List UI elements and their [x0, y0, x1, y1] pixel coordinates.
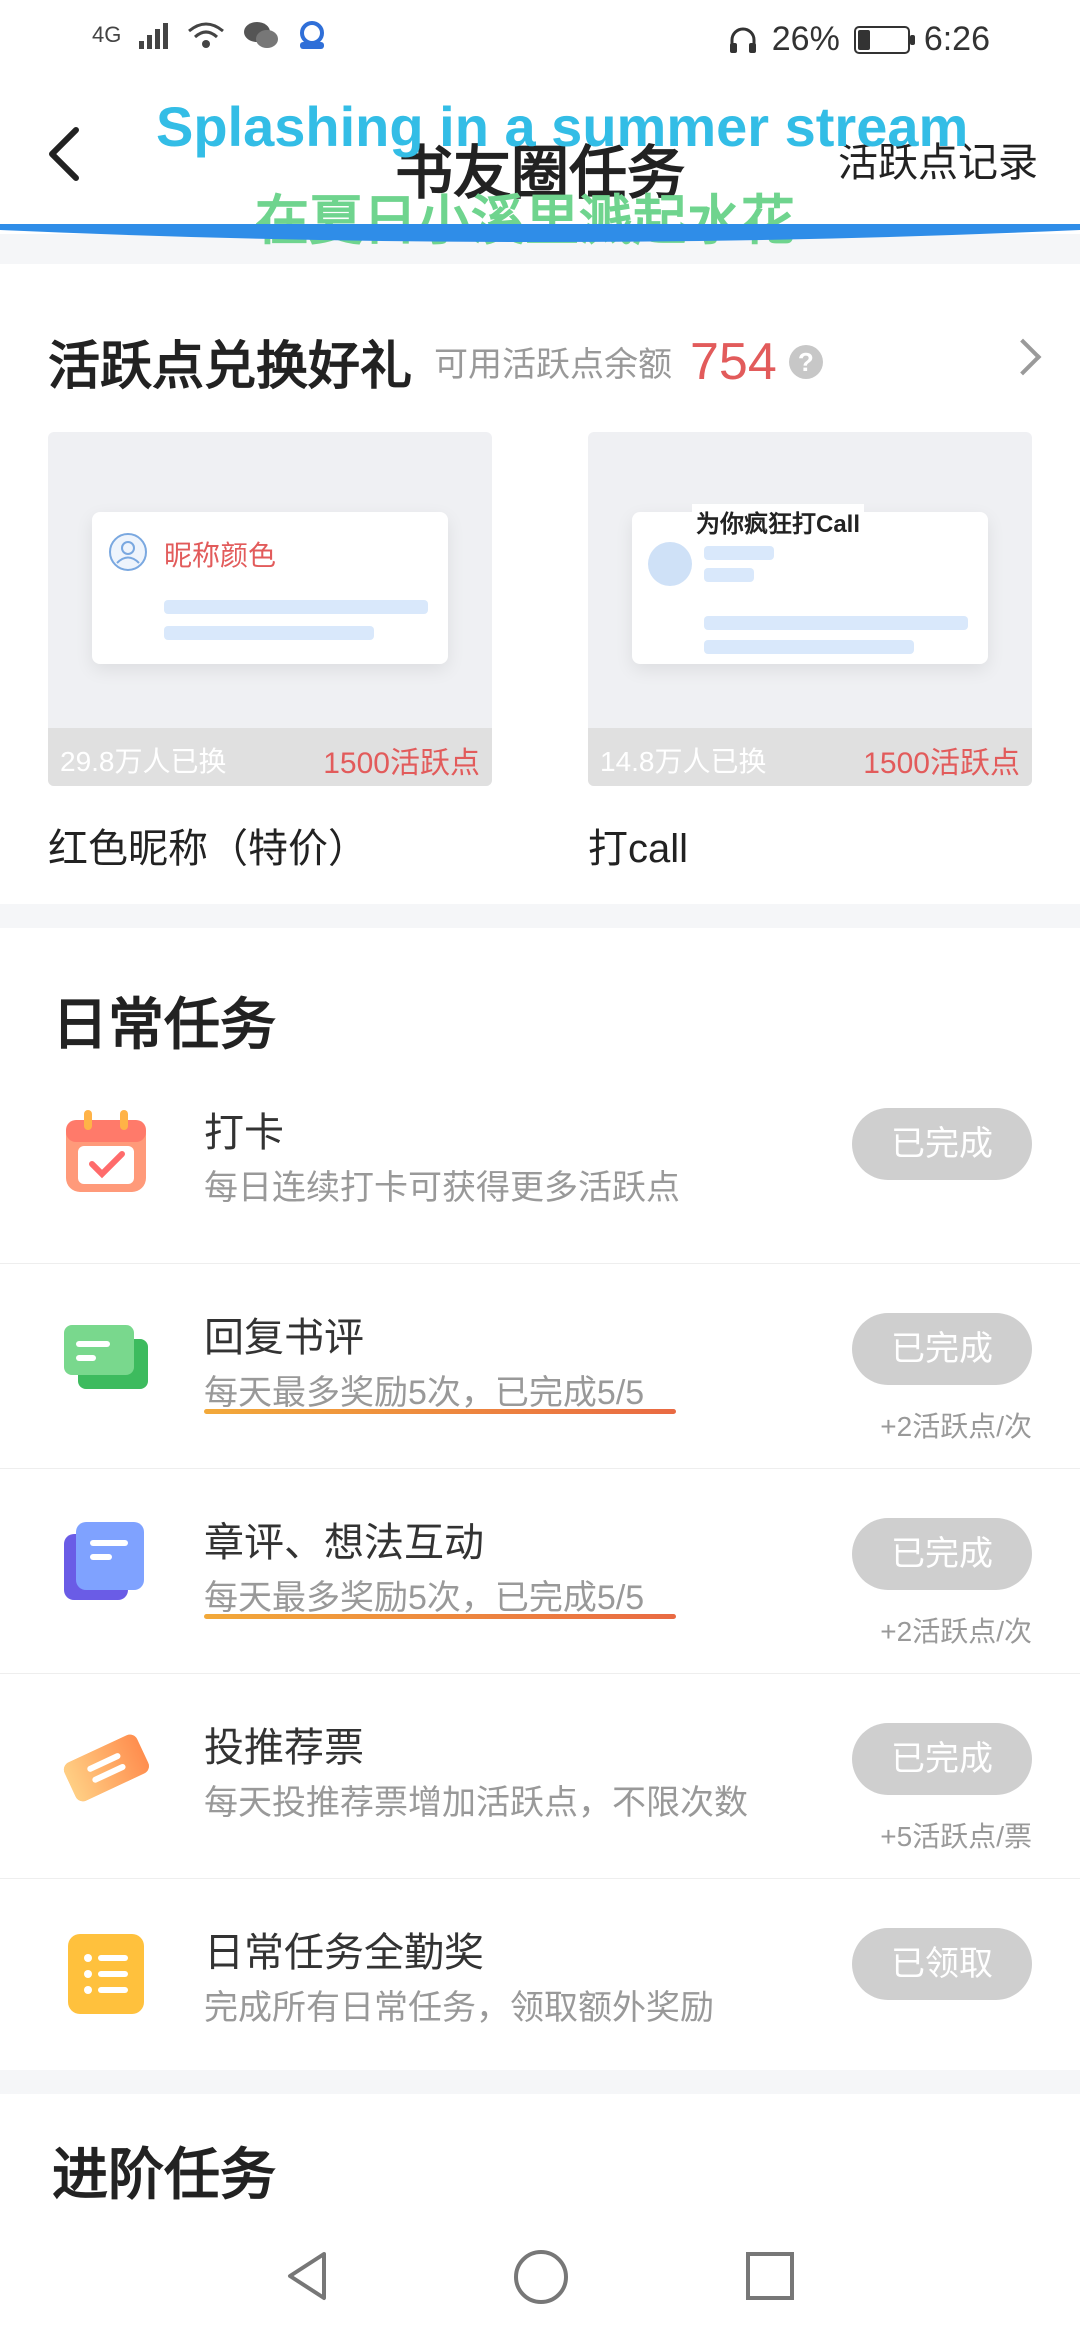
battery-icon	[853, 25, 915, 54]
highlight-underline	[204, 1614, 676, 1619]
headphones-icon	[729, 27, 756, 53]
gift-exchange-count: 29.8万人已换	[60, 746, 227, 777]
task-row-recommend-ticket: 投推荐票 每天投推荐票增加活跃点，不限次数 已完成 +5活跃点/票	[0, 1673, 1080, 1879]
task-reward: +5活跃点/票	[880, 1821, 1032, 1852]
exchange-section: 活跃点兑换好礼 可用活跃点余额 754 ? 昵称颜色 29.8万人已换 1500…	[0, 264, 1080, 904]
avatar-placeholder	[648, 542, 692, 586]
task-row-checkin: 打卡 每日连续打卡可获得更多活跃点 已完成	[0, 1058, 1080, 1264]
highlight-underline	[204, 1409, 676, 1414]
network-type: 4G	[92, 22, 122, 47]
wechat-icon	[244, 22, 279, 48]
list-icon	[68, 1934, 144, 2014]
task-reward: +2活跃点/次	[880, 1411, 1032, 1442]
user-avatar-icon	[109, 533, 147, 571]
task-name: 投推荐票	[204, 1726, 364, 1770]
task-description: 每天最多奖励5次，已完成5/5	[204, 1579, 645, 1617]
task-description: 每天最多奖励5次，已完成5/5	[204, 1374, 645, 1412]
nav-home-icon[interactable]	[514, 2250, 568, 2304]
section-title: 日常任务	[52, 992, 276, 1058]
exchange-title: 活跃点兑换好礼	[48, 336, 413, 397]
task-name: 章评、想法互动	[204, 1521, 484, 1565]
task-description: 每天投推荐票增加活跃点，不限次数	[204, 1784, 748, 1822]
gift-price: 1500活跃点	[863, 747, 1020, 780]
task-status-button[interactable]: 已完成	[852, 1723, 1032, 1795]
task-status-button[interactable]: 已完成	[852, 1313, 1032, 1385]
task-status-button[interactable]: 已领取	[852, 1928, 1032, 2000]
task-reward: +2活跃点/次	[880, 1616, 1032, 1647]
task-description: 每日连续打卡可获得更多活跃点	[204, 1169, 680, 1207]
header-wave-decoration	[0, 224, 1080, 242]
task-status-button[interactable]: 已完成	[852, 1518, 1032, 1590]
gift-exchange-count: 14.8万人已换	[600, 746, 767, 777]
task-row-full-attendance: 日常任务全勤奖 完成所有日常任务，领取额外奖励 已领取	[0, 1878, 1080, 2083]
battery-percent: 26%	[771, 20, 840, 58]
status-bar: 4G 26% 6:26	[0, 0, 1080, 84]
ticket-icon	[63, 1734, 149, 1802]
app-notification-icon	[300, 21, 325, 49]
task-description: 完成所有日常任务，领取额外奖励	[204, 1989, 714, 2027]
gift-card-call[interactable]: 为你疯狂打Call 14.8万人已换 1500活跃点	[588, 432, 1032, 786]
task-name: 回复书评	[204, 1316, 364, 1360]
preview-label: 为你疯狂打Call	[692, 504, 865, 539]
preview-label: 昵称颜色	[164, 540, 277, 571]
chat-bubbles-icon	[64, 1325, 148, 1389]
task-status-button[interactable]: 已完成	[852, 1108, 1032, 1180]
section-title: 进阶任务	[52, 2142, 276, 2208]
nav-back-icon[interactable]	[284, 2250, 330, 2302]
daily-tasks-section: 日常任务 打卡 每日连续打卡可获得更多活跃点 已完成 回复书评 每天最多奖励5次…	[0, 928, 1080, 2070]
gift-name[interactable]: 红色昵称（特价）	[48, 816, 368, 874]
gift-preview: 昵称颜色	[92, 512, 448, 664]
gift-name[interactable]: 打call	[588, 816, 688, 874]
help-icon[interactable]: ?	[788, 344, 823, 379]
gift-footer: 29.8万人已换 1500活跃点	[48, 728, 492, 786]
gift-footer: 14.8万人已换 1500活跃点	[588, 728, 1032, 786]
top-bar: 书友圈任务 活跃点记录 Splashing in a summer stream…	[0, 84, 1080, 251]
gift-price: 1500活跃点	[323, 747, 480, 780]
nav-recents-icon[interactable]	[746, 2252, 794, 2300]
gift-card-red-nickname[interactable]: 昵称颜色 29.8万人已换 1500活跃点	[48, 432, 492, 786]
wifi-icon	[188, 22, 225, 48]
exchange-header[interactable]: 活跃点兑换好礼 可用活跃点余额 754 ?	[48, 324, 823, 399]
signal-icon	[139, 23, 169, 49]
task-name: 打卡	[204, 1111, 284, 1155]
task-name: 日常任务全勤奖	[204, 1931, 484, 1975]
caption-overlay-english: Splashing in a summer stream	[156, 95, 969, 158]
clock: 6:26	[923, 20, 990, 58]
task-row-reply-review: 回复书评 每天最多奖励5次，已完成5/5 已完成 +2活跃点/次	[0, 1263, 1080, 1469]
gift-preview: 为你疯狂打Call	[632, 504, 988, 664]
balance-value: 754	[690, 332, 777, 391]
notes-stack-icon	[64, 1522, 144, 1600]
chevron-right-icon[interactable]	[1004, 338, 1042, 376]
task-row-chapter-comment: 章评、想法互动 每天最多奖励5次，已完成5/5 已完成 +2活跃点/次	[0, 1468, 1080, 1674]
balance-label: 可用活跃点余额	[434, 346, 673, 384]
calendar-check-icon	[66, 1110, 146, 1192]
system-navigation-bar	[0, 2220, 1080, 2340]
